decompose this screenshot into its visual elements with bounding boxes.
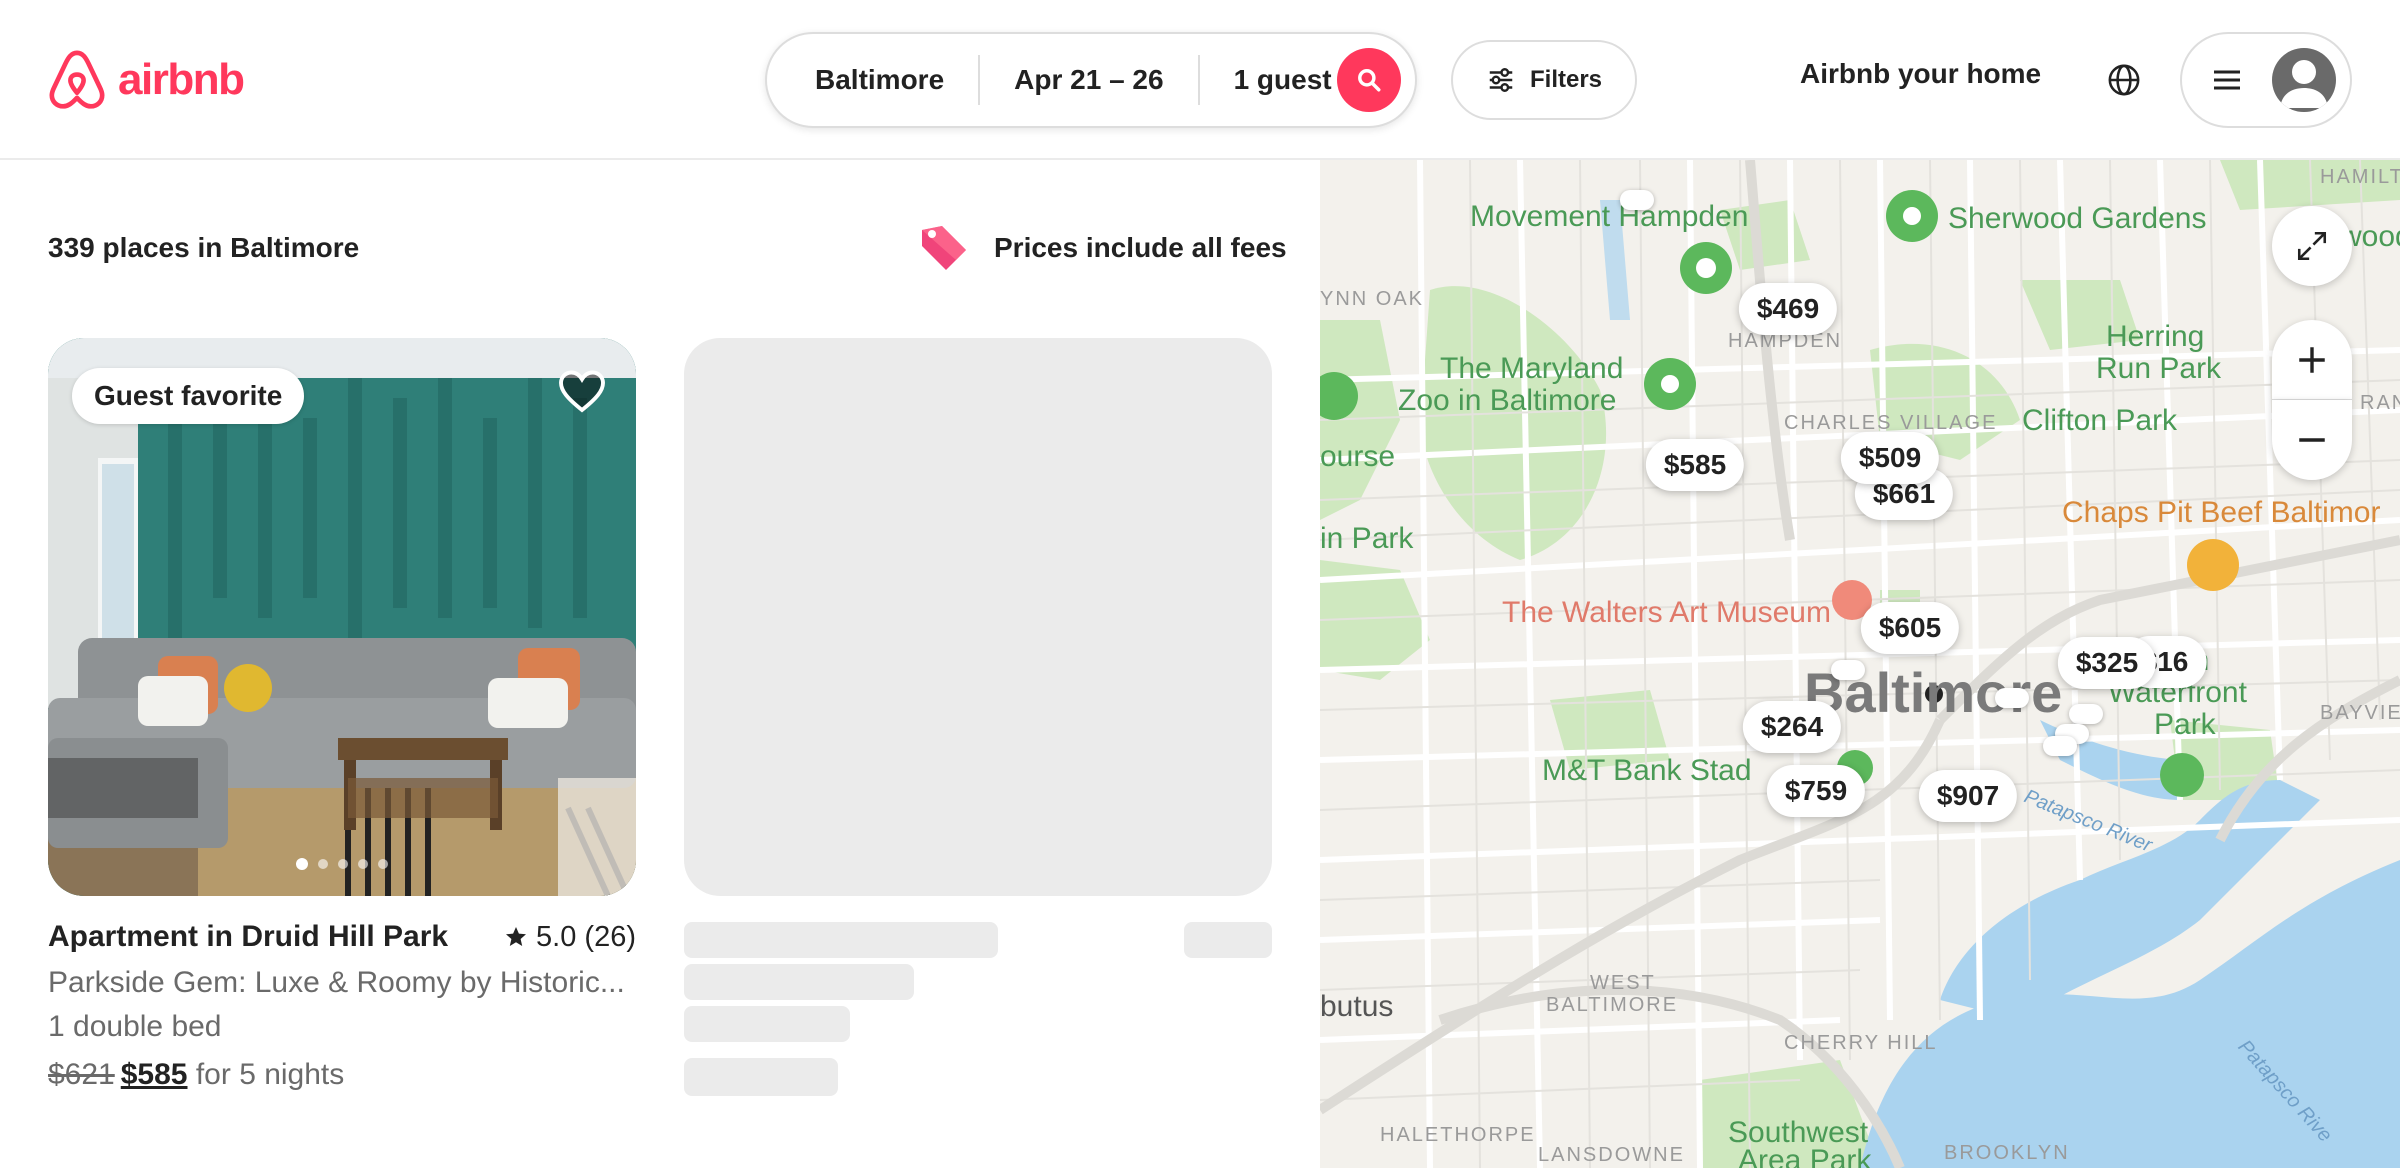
map-marker-small[interactable] <box>2069 704 2103 724</box>
listing-rating: 5.0 (26) <box>504 921 636 954</box>
price-suffix: for 5 nights <box>195 1058 345 1091</box>
map-label: butus <box>1320 990 1394 1023</box>
sliders-icon <box>1489 68 1513 92</box>
plus-icon <box>2299 346 2325 373</box>
map-label: CHERRY HILL <box>1784 1032 1938 1054</box>
discounted-price[interactable]: $585 <box>121 1058 188 1091</box>
brand-name: airbnb <box>118 55 245 104</box>
fees-note-text: Prices include all fees <box>994 232 1287 263</box>
search-dates[interactable]: Apr 21 – 26 <box>980 64 1197 96</box>
map-label: The Maryland <box>1440 352 1624 385</box>
photo-pagination <box>48 858 636 870</box>
search-button[interactable] <box>1337 48 1401 112</box>
search-icon <box>1358 69 1381 92</box>
minus-icon <box>2299 438 2325 442</box>
loading-line <box>684 922 998 958</box>
loading-line <box>684 1006 850 1042</box>
globe-icon <box>2108 64 2140 96</box>
original-price: $621 <box>48 1058 115 1091</box>
map-price-pin[interactable]: $759 <box>1766 765 1866 817</box>
loading-line <box>684 1058 838 1096</box>
map-price-pin[interactable]: $907 <box>1918 770 2018 822</box>
heart-icon[interactable] <box>558 368 606 416</box>
map-label: WEST <box>1590 972 1656 994</box>
hamburger-menu-icon <box>2214 70 2240 90</box>
map-label: BAYVIEW <box>2320 702 2400 724</box>
zoom-in-button[interactable] <box>2272 320 2352 400</box>
fees-note: Prices include all fees <box>916 220 1287 276</box>
map-label: Sherwood Gardens <box>1948 202 2207 235</box>
guest-favorite-badge: Guest favorite <box>72 368 305 424</box>
airbnb-logo[interactable]: airbnb <box>46 46 245 114</box>
filters-button[interactable]: Filters <box>1451 40 1637 120</box>
map-price-pin[interactable]: $469 <box>1738 283 1838 335</box>
map-label: ourse <box>1320 440 1396 473</box>
map-marker-small[interactable] <box>1831 660 1865 680</box>
language-button[interactable] <box>2104 60 2144 100</box>
map-price-pin[interactable]: $585 <box>1645 439 1745 491</box>
loading-line <box>1184 922 1272 958</box>
loading-card-image <box>684 338 1272 896</box>
map-price-pin[interactable]: $325 <box>2057 637 2157 689</box>
map-label: Park <box>2154 708 2216 741</box>
map-marker-small[interactable] <box>1995 688 2029 708</box>
photo-dot <box>338 859 348 869</box>
map-label: RANK <box>2360 392 2400 414</box>
map-label: The Walters Art Museum <box>1502 596 1831 629</box>
listing-subtitle: Parkside Gem: Luxe & Roomy by Historic..… <box>48 966 625 999</box>
map-label: BROOKLYN <box>1944 1142 2070 1164</box>
listing-beds: 1 double bed <box>48 1010 222 1043</box>
search-location[interactable]: Baltimore <box>767 64 978 96</box>
filters-label: Filters <box>1529 66 1603 93</box>
listing-photo[interactable]: Guest favorite <box>48 338 636 896</box>
map-marker-small[interactable] <box>1620 190 1654 210</box>
map-label: Clifton Park <box>2022 404 2178 437</box>
search-bar[interactable]: Baltimore Apr 21 – 26 1 guest <box>765 32 1417 128</box>
airbnb-your-home-link[interactable]: Airbnb your home <box>1800 58 2041 90</box>
results-count: 339 places in Baltimore <box>48 232 360 263</box>
map-label: Area Park <box>1738 1144 1872 1168</box>
map-label: Herring <box>2106 320 2205 353</box>
map-marker-small[interactable] <box>2043 736 2077 756</box>
map-label: HAMILTO <box>2320 166 2400 188</box>
avatar <box>2272 48 2336 112</box>
price-tag-icon <box>922 226 966 270</box>
expand-map-button[interactable] <box>2272 206 2352 286</box>
expand-icon <box>2297 231 2327 261</box>
map-price-pin[interactable]: $605 <box>1860 602 1960 654</box>
top-header: airbnb Baltimore Apr 21 – 26 1 guest Fil… <box>0 0 2400 160</box>
map-price-pin[interactable]: $264 <box>1742 701 1842 753</box>
photo-dot <box>296 858 308 870</box>
user-menu-button[interactable] <box>2180 32 2352 128</box>
map-label: M&T Bank Stad <box>1542 754 1752 787</box>
photo-dot <box>318 859 328 869</box>
listing-price: $621 $585 for 5 nights <box>48 1058 636 1092</box>
listing-card[interactable]: Guest favorite Apartment in Druid Hill P… <box>48 338 636 1092</box>
map-label: Run Park <box>2096 352 2222 385</box>
photo-dot <box>378 859 388 869</box>
map-label: Movement Hampden <box>1470 200 1749 233</box>
map-price-pin[interactable]: $509 <box>1840 432 1940 484</box>
map-label: YNN OAK <box>1320 288 1425 310</box>
map-label: BALTIMORE <box>1546 994 1679 1016</box>
map-label: in Park <box>1320 522 1414 555</box>
loading-line <box>684 964 914 1000</box>
photo-dot <box>358 859 368 869</box>
listing-title: Apartment in Druid Hill Park <box>48 920 449 953</box>
map-label: LANSDOWNE <box>1538 1144 1685 1166</box>
map-label: Zoo in Baltimore <box>1398 384 1617 417</box>
zoom-out-button[interactable] <box>2272 400 2352 480</box>
user-icon <box>2280 60 2328 108</box>
map-label: HALETHORPE <box>1380 1124 1536 1146</box>
map-label: Chaps Pit Beef Baltimor <box>2062 496 2381 529</box>
map[interactable]: Movement Hampden Sherwood Gardens YNN OA… <box>1320 160 2400 1168</box>
rating-value: 5.0 (26) <box>536 920 636 953</box>
star-icon <box>506 927 527 946</box>
airbnb-logo-icon <box>49 50 105 109</box>
